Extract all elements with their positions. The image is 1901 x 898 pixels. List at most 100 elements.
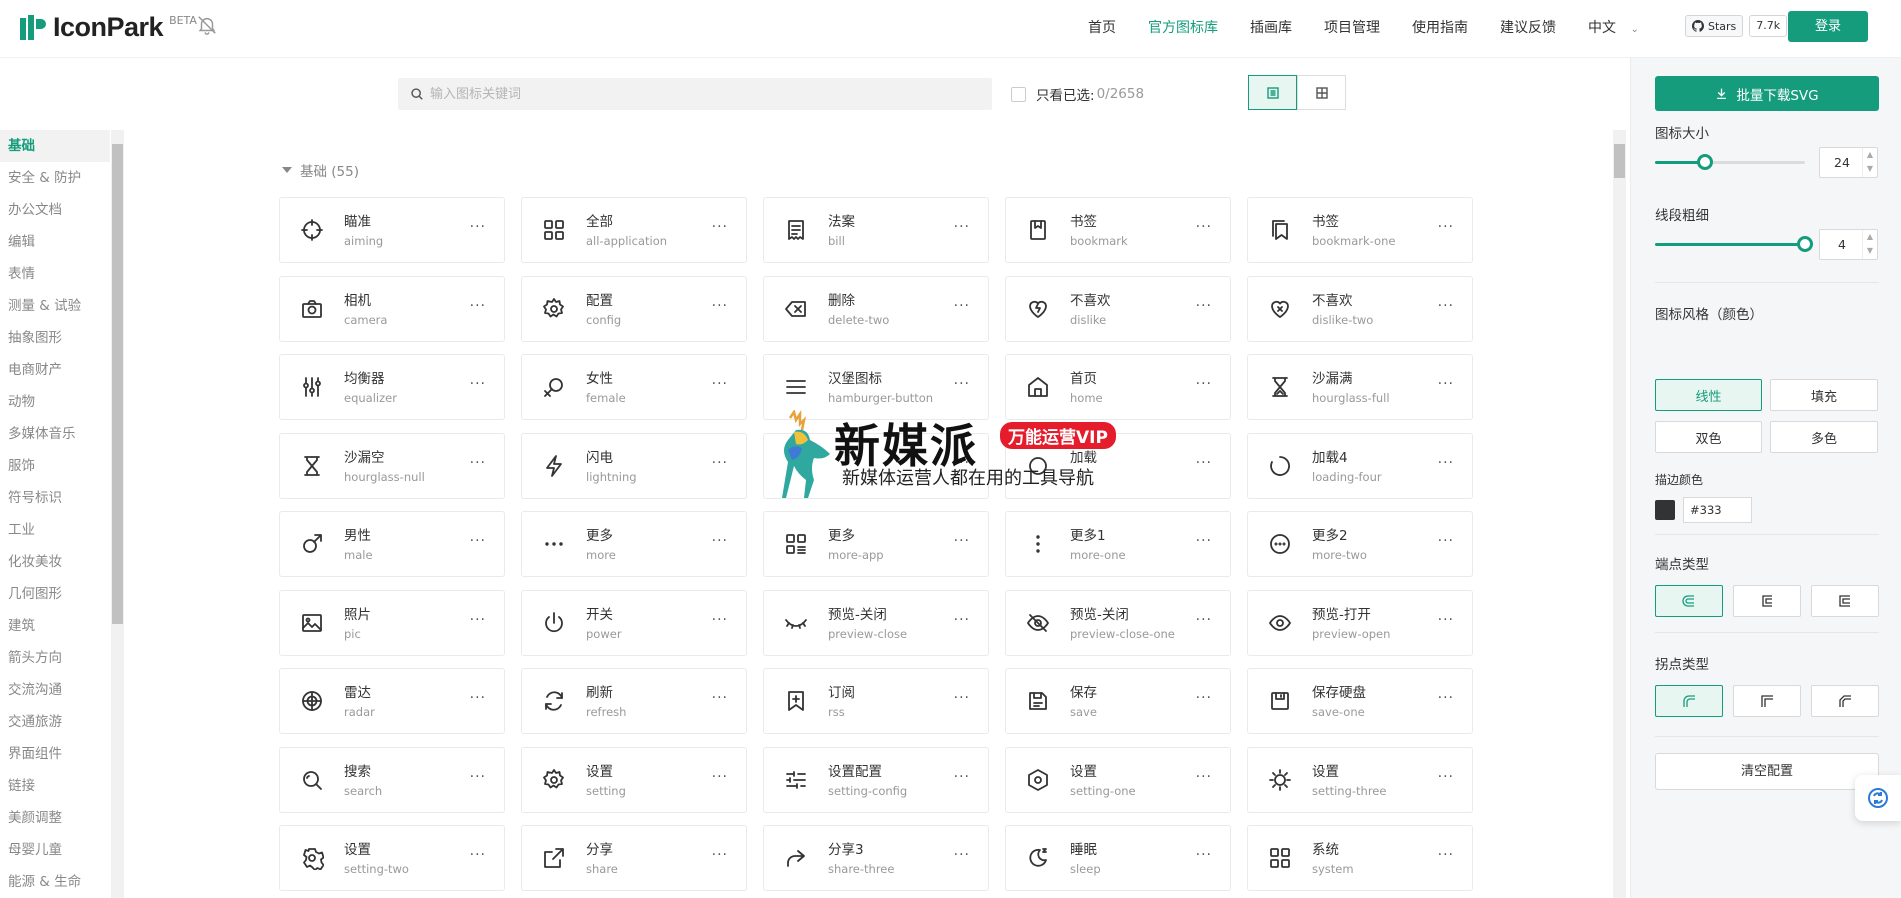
- more-options-icon[interactable]: ···: [1438, 299, 1454, 313]
- more-options-icon[interactable]: ···: [1438, 456, 1454, 470]
- only-selected-toggle[interactable]: 只看已选: 0/2658: [1011, 84, 1144, 104]
- stroke-value[interactable]: 4: [1820, 230, 1864, 259]
- more-options-icon[interactable]: ···: [954, 691, 970, 705]
- icon-card[interactable]: 法案 bill ···: [763, 197, 989, 263]
- sidebar-item-10[interactable]: 服饰: [0, 450, 110, 482]
- detail-view-button[interactable]: [1248, 75, 1297, 110]
- more-options-icon[interactable]: ···: [470, 377, 486, 391]
- icon-card[interactable]: 不喜欢 dislike ···: [1005, 275, 1231, 342]
- sidebar-item-9[interactable]: 多媒体音乐: [0, 418, 110, 450]
- more-options-icon[interactable]: ···: [1196, 299, 1212, 313]
- sidebar-item-8[interactable]: 动物: [0, 386, 110, 418]
- icon-card[interactable]: 瞄准 aiming ···: [279, 197, 505, 263]
- icon-card[interactable]: 更多 more ···: [521, 511, 747, 577]
- icon-card[interactable]: 设置 setting ···: [521, 746, 747, 813]
- sidebar-item-21[interactable]: 美颜调整: [0, 802, 110, 834]
- more-options-icon[interactable]: ···: [470, 691, 486, 705]
- sidebar-item-23[interactable]: 能源 & 生命: [0, 866, 110, 898]
- more-options-icon[interactable]: ···: [1196, 456, 1212, 470]
- nav-illustrations[interactable]: 插画库: [1250, 17, 1292, 37]
- icon-card[interactable]: 沙漏空 hourglass-null ···: [279, 432, 505, 499]
- icon-card[interactable]: 配置 config ···: [521, 275, 747, 342]
- icon-card[interactable]: 预览-关闭 preview-close ···: [763, 589, 989, 656]
- sidebar-item-5[interactable]: 测量 & 试验: [0, 290, 110, 322]
- more-options-icon[interactable]: ···: [712, 770, 728, 784]
- more-options-icon[interactable]: ···: [712, 456, 728, 470]
- nav-projects[interactable]: 项目管理: [1324, 17, 1380, 37]
- more-options-icon[interactable]: ···: [954, 299, 970, 313]
- nav-official-icons[interactable]: 官方图标库: [1148, 17, 1218, 37]
- icon-card[interactable]: 分享3 share-three ···: [763, 825, 989, 891]
- more-options-icon[interactable]: ···: [954, 848, 970, 862]
- sidebar-item-16[interactable]: 箭头方向: [0, 642, 110, 674]
- icon-card[interactable]: 全部 all-application ···: [521, 197, 747, 263]
- sidebar-item-0[interactable]: 基础: [0, 130, 110, 162]
- sidebar-item-12[interactable]: 工业: [0, 514, 110, 546]
- more-options-icon[interactable]: ···: [712, 613, 728, 627]
- size-value[interactable]: 24: [1820, 148, 1864, 177]
- sidebar-item-19[interactable]: 界面组件: [0, 738, 110, 770]
- icon-card[interactable]: 预览-打开 preview-open ···: [1247, 589, 1473, 656]
- more-options-icon[interactable]: ···: [470, 220, 486, 234]
- stepper-arrows-icon[interactable]: ▲ ▼: [1862, 230, 1877, 259]
- icon-card[interactable]: 不喜欢 dislike-two ···: [1247, 275, 1473, 342]
- sidebar-item-6[interactable]: 抽象图形: [0, 322, 110, 354]
- sidebar-item-7[interactable]: 电商财产: [0, 354, 110, 386]
- icon-card[interactable]: 订阅 rss ···: [763, 668, 989, 734]
- sidebar-scrollbar[interactable]: [111, 130, 124, 898]
- nav-feedback[interactable]: 建议反馈: [1500, 17, 1556, 37]
- icon-card[interactable]: 加载4 loading-four ···: [1247, 432, 1473, 499]
- style-filled-button[interactable]: 填充: [1770, 379, 1878, 411]
- icon-card[interactable]: 设置配置 setting-config ···: [763, 746, 989, 813]
- more-options-icon[interactable]: ···: [470, 456, 486, 470]
- sidebar-item-15[interactable]: 建筑: [0, 610, 110, 642]
- icon-card[interactable]: 预览-关闭 preview-close-one ···: [1005, 589, 1231, 656]
- more-options-icon[interactable]: ···: [470, 848, 486, 862]
- size-slider-handle[interactable]: [1696, 154, 1713, 170]
- icon-card[interactable]: 搜索 search ···: [279, 746, 505, 813]
- nav-home[interactable]: 首页: [1088, 17, 1116, 37]
- size-slider[interactable]: [1655, 154, 1805, 170]
- more-options-icon[interactable]: ···: [470, 534, 486, 548]
- stroke-slider-handle[interactable]: [1797, 236, 1813, 252]
- icon-card[interactable]: 均衡器 equalizer ···: [279, 354, 505, 420]
- style-multi-color-button[interactable]: 多色: [1770, 421, 1878, 453]
- icon-card[interactable]: 系统 system ···: [1247, 825, 1473, 891]
- more-options-icon[interactable]: ···: [954, 220, 970, 234]
- sidebar-item-20[interactable]: 链接: [0, 770, 110, 802]
- icon-card[interactable]: 沙漏满 hourglass-full ···: [1247, 354, 1473, 420]
- more-options-icon[interactable]: ···: [1438, 534, 1454, 548]
- notification-off-icon[interactable]: [196, 14, 218, 36]
- join-bevel-button[interactable]: [1811, 685, 1879, 717]
- more-options-icon[interactable]: ···: [954, 534, 970, 548]
- icon-card[interactable]: 照片 pic ···: [279, 589, 505, 656]
- nav-guide[interactable]: 使用指南: [1412, 17, 1468, 37]
- style-outline-button[interactable]: 线性: [1655, 379, 1762, 411]
- sidebar-item-13[interactable]: 化妆美妆: [0, 546, 110, 578]
- icon-card[interactable]: 保存 save ···: [1005, 668, 1231, 734]
- main-scrollbar[interactable]: [1613, 130, 1626, 898]
- icon-card[interactable]: 设置 setting-three ···: [1247, 746, 1473, 813]
- language-select[interactable]: 中文 ⌄: [1588, 17, 1639, 37]
- more-options-icon[interactable]: ···: [712, 848, 728, 862]
- main-scroll-thumb[interactable]: [1614, 144, 1625, 178]
- sidebar-item-4[interactable]: 表情: [0, 258, 110, 290]
- sidebar-item-22[interactable]: 母婴儿童: [0, 834, 110, 866]
- size-stepper[interactable]: 24 ▲ ▼: [1819, 147, 1878, 178]
- icon-card[interactable]: 删除 delete-two ···: [763, 275, 989, 342]
- icon-card[interactable]: 更多2 more-two ···: [1247, 511, 1473, 577]
- stroke-color-swatch[interactable]: [1655, 500, 1675, 520]
- join-miter-button[interactable]: [1733, 685, 1801, 717]
- help-float-button[interactable]: [1855, 775, 1901, 821]
- join-round-button[interactable]: [1655, 685, 1723, 717]
- more-options-icon[interactable]: ···: [1196, 613, 1212, 627]
- more-options-icon[interactable]: ···: [712, 377, 728, 391]
- icon-card[interactable]: 更多 more-app ···: [763, 511, 989, 577]
- style-two-tone-button[interactable]: 双色: [1655, 421, 1762, 453]
- icon-card[interactable]: 开关 power ···: [521, 589, 747, 656]
- compact-view-button[interactable]: [1297, 75, 1346, 110]
- more-options-icon[interactable]: ···: [712, 220, 728, 234]
- more-options-icon[interactable]: ···: [1196, 770, 1212, 784]
- icon-card[interactable]: 男性 male ···: [279, 511, 505, 577]
- only-selected-checkbox[interactable]: [1011, 86, 1026, 102]
